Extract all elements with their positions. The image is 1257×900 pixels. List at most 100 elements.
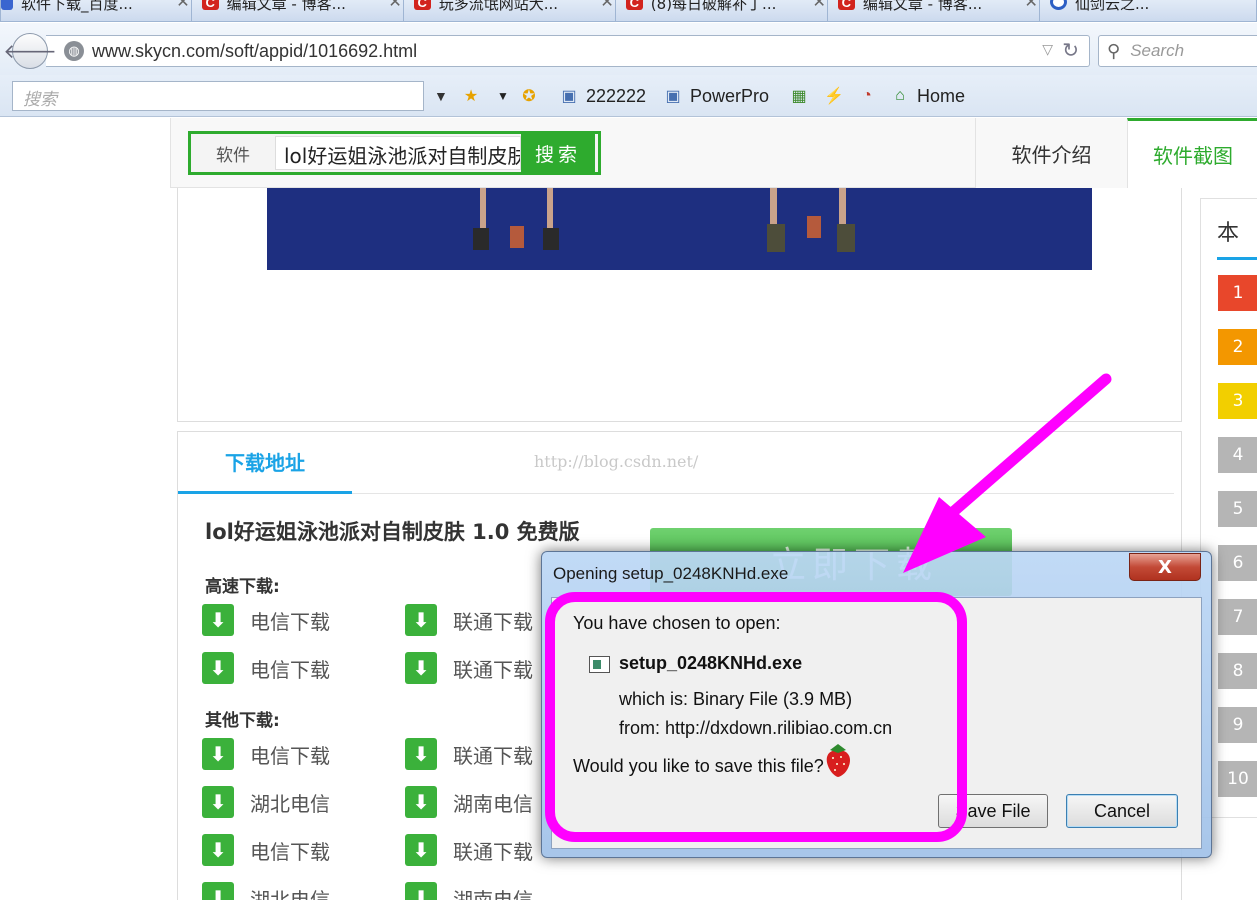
tab-title: 编辑文章 - 博客... xyxy=(226,0,346,13)
download-link[interactable]: ⬇ 联通下载 xyxy=(405,604,533,636)
tab-title: 编辑文章 - 博客... xyxy=(862,0,983,13)
dialog-close-button[interactable]: X xyxy=(1129,553,1201,581)
toolbar-search-input[interactable]: 搜索 xyxy=(12,81,424,111)
bookmark-label: PowerPro xyxy=(690,85,770,106)
search-box[interactable]: ⚲ Search xyxy=(1098,35,1257,67)
close-icon[interactable]: ✕ xyxy=(600,0,613,11)
divider xyxy=(352,493,1174,494)
search-placeholder[interactable]: Search xyxy=(1130,41,1184,61)
rank-number: 6 xyxy=(1218,545,1257,581)
address-bar[interactable]: ◍ www.skycn.com/soft/appid/1016692.html … xyxy=(46,35,1090,67)
tab-2[interactable]: C 编辑文章 - 博客... ✕ xyxy=(190,0,409,22)
download-link[interactable]: ⬇ 电信下载 xyxy=(202,738,330,770)
download-link[interactable]: ⬇ 联通下载 xyxy=(405,834,533,866)
tab-5[interactable]: C 编辑文章 - 博客... ✕ xyxy=(826,0,1045,22)
download-arrow-icon: ⬇ xyxy=(405,652,437,684)
close-icon[interactable]: ✕ xyxy=(812,0,825,11)
close-icon[interactable]: ✕ xyxy=(1025,0,1038,11)
download-link-label: 电信下载 xyxy=(250,839,330,864)
tab-software-screenshots[interactable]: 软件截图 xyxy=(1127,118,1257,188)
close-icon[interactable]: ✕ xyxy=(388,0,401,11)
navigation-bar: ◍ www.skycn.com/soft/appid/1016692.html … xyxy=(0,23,1257,75)
download-link-label: 电信下载 xyxy=(250,743,330,768)
download-arrow-icon: ⬇ xyxy=(405,786,437,818)
download-link-label: 湖南电信 xyxy=(453,791,533,816)
download-link[interactable]: ⬇ 电信下载 xyxy=(202,834,330,866)
bookmark-powerpro[interactable]: ▣ PowerPro xyxy=(662,83,769,109)
star-list-icon[interactable]: ✪ xyxy=(518,83,546,109)
tab-strip: 软件下载_百度... ✕ C 编辑文章 - 博客... ✕ C 玩多流氓网站大.… xyxy=(0,0,1257,22)
rank-number: 4 xyxy=(1218,437,1257,473)
star-dropdown-icon[interactable]: ▼ xyxy=(497,83,509,109)
software-title: lol好运姐泳池派对自制皮肤 1.0 免费版 xyxy=(205,520,580,544)
bookmark-home[interactable]: ⌂ Home xyxy=(889,83,965,109)
download-arrow-icon: ⬇ xyxy=(202,604,234,636)
tab-4[interactable]: C (8)每日破解补丁... ✕ xyxy=(614,0,833,22)
history-icon[interactable]: ◔ xyxy=(856,83,884,109)
site-search: 软件 lol好运姐泳池派对自制皮肤 搜索 xyxy=(188,131,601,175)
contact-card-icon: ▣ xyxy=(561,88,577,105)
download-link-label: 联通下载 xyxy=(453,743,533,768)
back-button[interactable]: 🡐 xyxy=(3,33,57,69)
lightning-icon[interactable]: ⚡ xyxy=(823,83,851,109)
bookmark-label: Home xyxy=(917,85,966,106)
tab-6[interactable]: 仙剑云之... xyxy=(1038,0,1257,22)
search-category[interactable]: 软件 xyxy=(191,141,275,166)
ranking-header: 本 xyxy=(1217,221,1240,246)
url-dropdown-icon[interactable]: ▽ xyxy=(1042,42,1053,58)
star-icon[interactable]: ★ xyxy=(460,83,488,109)
download-link[interactable]: ⬇ 电信下载 xyxy=(202,652,330,684)
download-arrow-icon: ⬇ xyxy=(202,786,234,818)
csdn-icon: C xyxy=(413,0,431,10)
tab-3[interactable]: C 玩多流氓网站大... ✕ xyxy=(402,0,621,22)
url-text[interactable]: www.skycn.com/soft/appid/1016692.html xyxy=(92,41,417,62)
tab-1[interactable]: 软件下载_百度... ✕ xyxy=(0,0,197,22)
site-search-button[interactable]: 搜索 xyxy=(521,134,595,172)
rank-number: 3 xyxy=(1218,383,1257,419)
download-link[interactable]: ⬇ 联通下载 xyxy=(405,738,533,770)
download-link[interactable]: ⬇ 湖北电信 xyxy=(202,882,330,900)
download-link-label: 联通下载 xyxy=(453,839,533,864)
download-link[interactable]: ⬇ 湖北电信 xyxy=(202,786,330,818)
dialog-title: Opening setup_0248KNHd.exe xyxy=(553,564,789,583)
screenshot-root: 软件下载_百度... ✕ C 编辑文章 - 博客... ✕ C 玩多流氓网站大.… xyxy=(0,0,1257,900)
download-arrow-icon: ⬇ xyxy=(405,882,437,900)
screenshot-figures xyxy=(473,188,855,252)
highlight-box xyxy=(545,592,967,842)
download-link[interactable]: ⬇ 湖南电信 xyxy=(405,882,533,900)
download-arrow-icon: ⬇ xyxy=(405,738,437,770)
download-link[interactable]: ⬇ 湖南电信 xyxy=(405,786,533,818)
download-link-label: 湖南电信 xyxy=(453,887,533,900)
download-link[interactable]: ⬇ 联通下载 xyxy=(405,652,533,684)
close-icon[interactable]: ✕ xyxy=(176,0,189,11)
download-arrow-icon: ⬇ xyxy=(405,834,437,866)
csdn-icon: C xyxy=(625,0,643,10)
baidu-icon xyxy=(1,0,13,10)
home-icon: ⌂ xyxy=(895,87,905,104)
ranking-underline xyxy=(1217,257,1257,260)
tab-software-intro[interactable]: 软件介绍 xyxy=(975,118,1127,188)
download-link-label: 电信下载 xyxy=(250,657,330,682)
download-arrow-icon: ⬇ xyxy=(202,834,234,866)
toolbar-dropdown-icon[interactable]: ▼ xyxy=(434,83,448,109)
rank-number: 1 xyxy=(1218,275,1257,311)
site-header: 软件 lol好运姐泳池派对自制皮肤 搜索 软件介绍 软件截图 xyxy=(170,118,1257,188)
tab-title: (8)每日破解补丁... xyxy=(650,0,777,13)
bookmark-label: 222222 xyxy=(586,85,647,106)
save-disk-icon[interactable]: ▦ xyxy=(788,83,816,109)
cancel-button[interactable]: Cancel xyxy=(1066,794,1178,828)
bookmark-222222[interactable]: ▣ 222222 xyxy=(558,83,646,109)
download-arrow-icon: ⬇ xyxy=(202,738,234,770)
download-link[interactable]: ⬇ 电信下载 xyxy=(202,604,330,636)
rank-number: 8 xyxy=(1218,653,1257,689)
download-arrow-icon: ⬇ xyxy=(202,652,234,684)
csdn-icon: C xyxy=(201,0,219,10)
tab-title: 玩多流氓网站大... xyxy=(438,0,559,13)
bookmarks-toolbar: 搜索 ▼ ★ ▼ ✪ ▣ 222222 ▣ PowerPro ▦ ⚡ ◔ ⌂ H… xyxy=(0,75,1257,117)
reload-icon[interactable]: ↻ xyxy=(1062,38,1079,62)
site-search-input[interactable]: lol好运姐泳池派对自制皮肤 xyxy=(275,136,521,170)
download-link-label: 湖北电信 xyxy=(250,887,330,900)
tab-download-address[interactable]: 下载地址 xyxy=(178,432,352,494)
download-link-label: 联通下载 xyxy=(453,657,533,682)
search-icon: ⚲ xyxy=(1107,40,1121,62)
